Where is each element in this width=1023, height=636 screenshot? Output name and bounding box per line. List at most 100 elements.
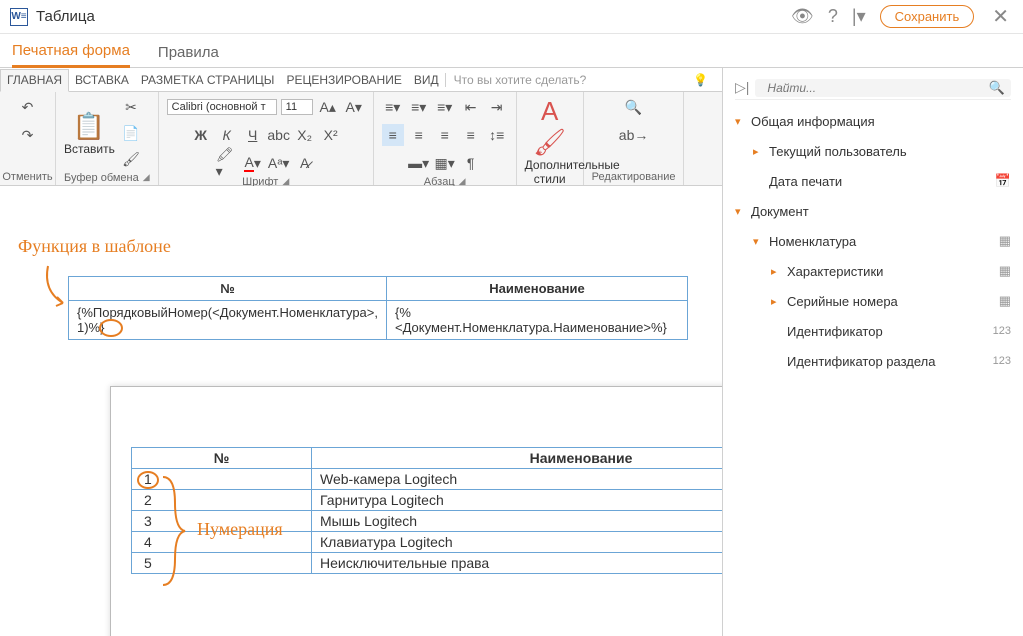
save-button[interactable]: Сохранить <box>880 5 975 28</box>
result-header-num: № <box>132 448 312 469</box>
tree-item-general[interactable]: ▾Общая информация <box>735 106 1011 136</box>
chevron-down-icon: ▾ <box>735 205 745 218</box>
template-header-name: Наименование <box>386 277 687 301</box>
format-painter-icon[interactable]: 🖌 <box>120 148 142 170</box>
font-color-icon[interactable]: A▾ <box>242 152 264 174</box>
template-table: № Наименование {%ПорядковыйНомер(<Докуме… <box>68 276 688 340</box>
tree-item-identifier[interactable]: ▸Идентификатор123 <box>735 316 1011 346</box>
table-row: 4Клавиатура Logitech <box>132 532 723 553</box>
increase-indent-icon[interactable]: ⇥ <box>486 96 508 118</box>
table-icon: ▦ <box>999 233 1011 249</box>
borders-icon[interactable]: ▦▾ <box>434 152 456 174</box>
font-name-select[interactable]: Calibri (основной т <box>167 99 277 115</box>
redo-icon[interactable]: ↷ <box>17 124 39 146</box>
increase-font-icon[interactable]: A▴ <box>317 96 339 118</box>
calendar-icon: 📅 <box>995 173 1011 189</box>
paste-button[interactable]: 📋 Вставить <box>64 111 114 156</box>
ribbon-tab-layout[interactable]: РАЗМЕТКА СТРАНИЦЫ <box>135 68 281 91</box>
cut-icon[interactable]: ✂ <box>120 96 142 118</box>
ribbon-tab-insert[interactable]: ВСТАВКА <box>69 68 135 91</box>
chevron-right-icon: ▸ <box>771 265 781 278</box>
result-document: № Наименование 1Web-камера Logitech 2Гар… <box>110 386 722 636</box>
chevron-right-icon: ▸ <box>753 145 763 158</box>
shading-icon[interactable]: ▬▾ <box>408 152 430 174</box>
underline-icon[interactable]: Ч <box>242 124 264 146</box>
ribbon-tab-review[interactable]: РЕЦЕНЗИРОВАНИЕ <box>280 68 407 91</box>
find-icon[interactable]: 🔍 <box>623 96 645 118</box>
tree-item-characteristics[interactable]: ▸Характеристики▦ <box>735 256 1011 286</box>
italic-icon[interactable]: К <box>216 124 238 146</box>
font-size-select[interactable]: 11 <box>281 99 313 115</box>
table-row: 2Гарнитура Logitech <box>132 490 723 511</box>
tree-label: Текущий пользователь <box>769 144 907 159</box>
result-header-name: Наименование <box>312 448 723 469</box>
tree-label: Идентификатор <box>787 324 883 339</box>
window-title: Таблица <box>36 8 791 25</box>
expand-icon[interactable]: ◢ <box>143 172 150 184</box>
tree-item-serial-numbers[interactable]: ▸Серийные номера▦ <box>735 286 1011 316</box>
align-right-icon[interactable]: ≡ <box>434 124 456 146</box>
line-spacing-icon[interactable]: ↕≡ <box>486 124 508 146</box>
clear-format-icon[interactable]: A̷ <box>294 152 316 174</box>
side-tree: ▾Общая информация ▸Текущий пользователь … <box>735 106 1011 376</box>
side-search-input[interactable] <box>761 79 988 97</box>
decrease-font-icon[interactable]: A▾ <box>343 96 365 118</box>
chevron-down-icon: ▾ <box>753 235 763 248</box>
tree-label: Номенклатура <box>769 234 856 249</box>
visibility-icon[interactable]: 👁 <box>791 6 814 27</box>
collapse-pane-icon[interactable]: ▷| <box>735 79 749 96</box>
clipboard-icon: 📋 <box>73 111 105 141</box>
tab-print-form[interactable]: Печатная форма <box>12 42 130 68</box>
search-icon[interactable]: 🔍 <box>989 80 1005 96</box>
tree-label: Идентификатор раздела <box>787 354 936 369</box>
group-label-clipboard: Буфер обмена <box>64 172 139 184</box>
ribbon-tab-view[interactable]: ВИД <box>408 68 445 91</box>
bullets-icon[interactable]: ≡▾ <box>382 96 404 118</box>
row-name: Web-камера Logitech <box>312 469 723 490</box>
row-name: Неисключительные права <box>312 553 723 574</box>
result-table: № Наименование 1Web-камера Logitech 2Гар… <box>131 447 722 574</box>
tell-me-box[interactable]: Что вы хотите сделать? 💡 <box>445 73 722 87</box>
tree-label: Дата печати <box>769 174 842 189</box>
circle-highlight-icon <box>99 319 123 337</box>
side-search-wrap[interactable]: 🔍 <box>755 79 1011 97</box>
replace-icon[interactable]: ab→ <box>623 124 645 146</box>
justify-icon[interactable]: ≡ <box>460 124 482 146</box>
word-doc-icon: W≡ <box>10 8 28 26</box>
tree-item-nomenclature[interactable]: ▾ Номенклатура ▦ <box>735 226 1011 256</box>
tree-label: Документ <box>751 204 809 219</box>
subscript-icon[interactable]: X₂ <box>294 124 316 146</box>
tree-label: Характеристики <box>787 264 883 279</box>
group-label-undo: Отменить <box>2 171 52 183</box>
chevron-down-icon: ▾ <box>735 115 745 128</box>
type-badge: 123 <box>993 325 1011 337</box>
decrease-indent-icon[interactable]: ⇤ <box>460 96 482 118</box>
ribbon-tab-main[interactable]: ГЛАВНАЯ <box>0 69 69 92</box>
char-case-icon[interactable]: Aᵃ▾ <box>268 152 290 174</box>
show-marks-icon[interactable]: ¶ <box>460 152 482 174</box>
highlight-icon[interactable]: 🖍▾ <box>216 152 238 174</box>
undo-icon[interactable]: ↶ <box>17 96 39 118</box>
styles-button[interactable]: A🖌 Дополнительные стили <box>525 96 575 186</box>
tree-item-section-identifier[interactable]: ▸Идентификатор раздела123 <box>735 346 1011 376</box>
bold-icon[interactable]: Ж <box>190 124 212 146</box>
group-label-editing: Редактирование <box>592 171 676 183</box>
chevron-right-icon: ▸ <box>771 295 781 308</box>
lightbulb-icon: 💡 <box>693 73 708 87</box>
copy-icon[interactable]: 📄 <box>120 122 142 144</box>
strike-icon[interactable]: abc <box>268 124 290 146</box>
align-left-icon[interactable]: ≡ <box>382 124 404 146</box>
tab-rules[interactable]: Правила <box>158 44 219 67</box>
help-icon[interactable]: ? <box>828 6 838 27</box>
template-cell-name[interactable]: {%<Документ.Номенклатура.Наименование>%} <box>386 301 687 340</box>
superscript-icon[interactable]: X² <box>320 124 342 146</box>
numbering-icon[interactable]: ≡▾ <box>408 96 430 118</box>
multilevel-icon[interactable]: ≡▾ <box>434 96 456 118</box>
tree-item-document[interactable]: ▾ Документ <box>735 196 1011 226</box>
close-icon[interactable]: ✕ <box>988 4 1013 29</box>
row-name: Гарнитура Logitech <box>312 490 723 511</box>
align-center-icon[interactable]: ≡ <box>408 124 430 146</box>
row-name: Мышь Logitech <box>312 511 723 532</box>
tree-item-current-user[interactable]: ▸ Текущий пользователь <box>735 136 1011 166</box>
tree-item-print-date[interactable]: ▸Дата печати📅 <box>735 166 1011 196</box>
